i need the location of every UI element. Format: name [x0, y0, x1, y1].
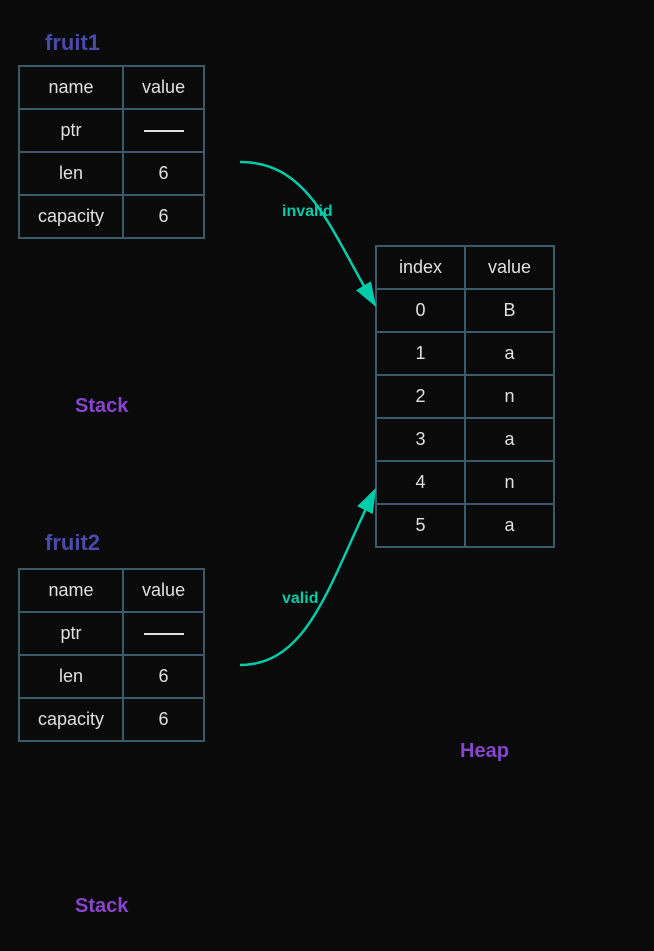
heap-index-2: 2: [376, 375, 465, 418]
fruit1-len-name: len: [19, 152, 123, 195]
heap-value-2: n: [465, 375, 554, 418]
heap-row-4: 4 n: [376, 461, 554, 504]
heap-value-0: B: [465, 289, 554, 332]
fruit1-table: name value ptr len 6 capacity 6: [18, 65, 205, 239]
heap-index-1: 1: [376, 332, 465, 375]
stack2-label: Stack: [75, 895, 128, 918]
heap-row-0: 0 B: [376, 289, 554, 332]
heap-value-3: a: [465, 418, 554, 461]
fruit2-table: name value ptr len 6 capacity 6: [18, 568, 205, 742]
fruit2-ptr-line: [144, 633, 184, 635]
fruit1-capacity-value: 6: [123, 195, 204, 238]
heap-value-1: a: [465, 332, 554, 375]
heap-row-2: 2 n: [376, 375, 554, 418]
heap-index-4: 4: [376, 461, 465, 504]
diagram-container: fruit1 name value ptr len 6 capacity 6 S…: [0, 0, 654, 951]
fruit1-capacity-name: capacity: [19, 195, 123, 238]
heap-index-0: 0: [376, 289, 465, 332]
fruit2-len-value: 6: [123, 655, 204, 698]
heap-row-3: 3 a: [376, 418, 554, 461]
fruit2-col-value-header: value: [123, 569, 204, 612]
fruit1-len-value: 6: [123, 152, 204, 195]
fruit1-col-value-header: value: [123, 66, 204, 109]
fruit2-ptr-value: [123, 612, 204, 655]
fruit2-capacity-name: capacity: [19, 698, 123, 741]
fruit2-capacity-value: 6: [123, 698, 204, 741]
heap-index-header: index: [376, 246, 465, 289]
stack1-label: Stack: [75, 395, 128, 418]
valid-arrow: [240, 490, 375, 665]
heap-row-1: 1 a: [376, 332, 554, 375]
heap-value-5: a: [465, 504, 554, 547]
heap-index-5: 5: [376, 504, 465, 547]
fruit1-ptr-value: [123, 109, 204, 152]
fruit1-ptr-line: [144, 130, 184, 132]
fruit2-col-name-header: name: [19, 569, 123, 612]
heap-value-header: value: [465, 246, 554, 289]
fruit2-ptr-name: ptr: [19, 612, 123, 655]
heap-label: Heap: [460, 740, 509, 763]
invalid-arrow: [240, 162, 375, 305]
fruit2-len-name: len: [19, 655, 123, 698]
fruit1-ptr-name: ptr: [19, 109, 123, 152]
heap-row-5: 5 a: [376, 504, 554, 547]
fruit1-col-name-header: name: [19, 66, 123, 109]
heap-index-3: 3: [376, 418, 465, 461]
invalid-label: invalid: [282, 203, 333, 221]
heap-table: index value 0 B 1 a 2 n 3 a 4 n: [375, 245, 555, 548]
heap-value-4: n: [465, 461, 554, 504]
fruit1-title: fruit1: [45, 30, 100, 56]
fruit2-title: fruit2: [45, 530, 100, 556]
valid-label: valid: [282, 590, 318, 608]
